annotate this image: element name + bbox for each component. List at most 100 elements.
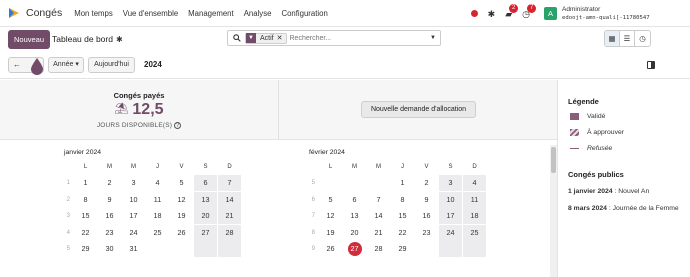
today-button[interactable]: Aujourd'hui	[88, 57, 135, 73]
chat-icon[interactable]: ▰ 2	[505, 3, 519, 19]
calendar-day[interactable]: 9	[415, 192, 438, 208]
help-icon[interactable]: ?	[174, 122, 182, 129]
calendar-day[interactable]: 8	[74, 192, 97, 208]
calendar-day[interactable]	[218, 241, 241, 257]
day-number: 27	[201, 227, 210, 237]
calendar-day[interactable]: 30	[98, 241, 121, 257]
calendar-day[interactable]: 13	[343, 208, 366, 224]
gear-icon[interactable]: ✱	[116, 35, 123, 44]
calendar-day[interactable]: 18	[146, 208, 169, 224]
new-button[interactable]: Nouveau	[8, 30, 50, 49]
calendar-day[interactable]: 31	[122, 241, 145, 257]
calendar-day[interactable]: 18	[463, 208, 486, 224]
legend-title: Légende	[568, 97, 599, 106]
status-dot-icon[interactable]	[470, 10, 478, 17]
menu-reporting[interactable]: Analyse	[244, 9, 272, 18]
calendar-day[interactable]: 10	[439, 191, 462, 208]
calendar-day[interactable]: 29	[74, 241, 97, 257]
calendar-day[interactable]: 2	[415, 175, 438, 191]
calendar-day[interactable]: 14	[218, 191, 241, 208]
calendar-day[interactable]: 5	[319, 192, 342, 208]
calendar-day[interactable]: 19	[319, 225, 342, 241]
calendar-day[interactable]: 26	[170, 225, 193, 241]
calendar-day[interactable]: 20	[343, 225, 366, 241]
calendar-day[interactable]: 15	[74, 208, 97, 224]
avatar[interactable]: A	[544, 7, 557, 20]
arrow-left-icon[interactable]: ←	[13, 60, 21, 69]
calendar-day[interactable]: 16	[415, 208, 438, 224]
calendar-day[interactable]: 11	[463, 191, 486, 208]
calendar-day[interactable]: 14	[367, 208, 390, 224]
bug-icon[interactable]: ✱	[488, 9, 496, 19]
time-off-app-icon[interactable]	[7, 6, 21, 20]
calendar-day[interactable]: 12	[170, 192, 193, 208]
calendar-day[interactable]	[463, 241, 486, 257]
calendar-day[interactable]: 6	[194, 175, 217, 191]
calendar-scrollbar[interactable]	[550, 145, 557, 277]
calendar-day[interactable]: 24	[122, 225, 145, 241]
search-input[interactable]	[289, 34, 400, 42]
menu-my-time[interactable]: Mon temps	[74, 9, 113, 18]
search-icon[interactable]	[233, 34, 241, 42]
calendar-day[interactable]: 19	[170, 208, 193, 224]
calendar-day[interactable]: 4	[146, 175, 169, 191]
sidebar-toggle-icon[interactable]	[647, 61, 655, 69]
calendar-day[interactable]: 21	[218, 208, 241, 224]
calendar-day[interactable]: 24	[439, 224, 462, 241]
calendar-day[interactable]: 15	[391, 208, 414, 224]
search-bar[interactable]: ▼ Actif ✕ ▼	[227, 30, 441, 46]
leave-type-title: Congés payés	[113, 91, 165, 100]
calendar-day[interactable]: 16	[98, 208, 121, 224]
calendar-day[interactable]: 22	[391, 225, 414, 241]
calendar-view-icon[interactable]: ▦	[605, 31, 620, 46]
calendar-day[interactable]: 29	[391, 241, 414, 257]
menu-overview[interactable]: Vue d'ensemble	[123, 9, 178, 18]
calendar-day[interactable]: 8	[391, 192, 414, 208]
calendar-day[interactable]: 21	[367, 225, 390, 241]
calendar-day[interactable]: 28	[218, 224, 241, 241]
calendar-day[interactable]: 28	[367, 241, 390, 257]
calendar-day[interactable]: 25	[463, 224, 486, 241]
calendar-day[interactable]	[439, 241, 462, 257]
activity-view-icon[interactable]: ◷	[635, 31, 650, 46]
week-number: 9	[311, 246, 315, 252]
menu-management[interactable]: Management	[188, 9, 234, 18]
calendar-day[interactable]: 13	[194, 191, 217, 208]
calendar-day[interactable]: 17	[439, 208, 462, 224]
calendar-day[interactable]: 17	[122, 208, 145, 224]
calendar-day[interactable]: 1	[74, 175, 97, 191]
menu-configuration[interactable]: Configuration	[281, 9, 327, 18]
user-menu[interactable]: Administrator edoojt-amn-quali[-11780547	[562, 6, 690, 22]
calendar-day[interactable]: 7	[218, 175, 241, 191]
calendar-day[interactable]: 3	[122, 175, 145, 191]
calendar-day[interactable]: 6	[343, 192, 366, 208]
calendar-day[interactable]: 5	[170, 175, 193, 191]
new-allocation-button[interactable]: Nouvelle demande d'allocation	[361, 101, 476, 118]
app-name[interactable]: Congés	[26, 7, 62, 19]
calendar-day[interactable]	[194, 241, 217, 257]
scroll-thumb[interactable]	[551, 147, 556, 173]
calendar-day[interactable]: 9	[98, 192, 121, 208]
calendar-day[interactable]: 11	[146, 192, 169, 208]
calendar-day[interactable]: 1	[391, 175, 414, 191]
clock-icon[interactable]: ◷ 7	[522, 3, 536, 19]
calendar-day[interactable]: 4	[463, 175, 486, 191]
calendar-day[interactable]: 12	[319, 208, 342, 224]
calendar-day[interactable]: 20	[194, 208, 217, 224]
scale-dropdown[interactable]: Année ▾	[48, 57, 84, 73]
calendar-day[interactable]: 26	[319, 241, 342, 257]
calendar-day[interactable]: 22	[74, 225, 97, 241]
day-number: 3	[448, 178, 453, 187]
close-icon[interactable]: ✕	[277, 34, 286, 42]
caret-down-icon[interactable]: ▼	[430, 35, 436, 41]
calendar-day[interactable]: 25	[146, 225, 169, 241]
list-view-icon[interactable]: ☰	[620, 31, 635, 46]
calendar-day[interactable]: 27	[343, 241, 366, 257]
calendar-day[interactable]: 23	[415, 225, 438, 241]
calendar-day[interactable]: 7	[367, 192, 390, 208]
calendar-day[interactable]: 3	[439, 175, 462, 191]
calendar-day[interactable]: 10	[122, 192, 145, 208]
calendar-day[interactable]: 2	[98, 175, 121, 191]
calendar-day[interactable]: 23	[98, 225, 121, 241]
calendar-day[interactable]: 27	[194, 224, 217, 241]
